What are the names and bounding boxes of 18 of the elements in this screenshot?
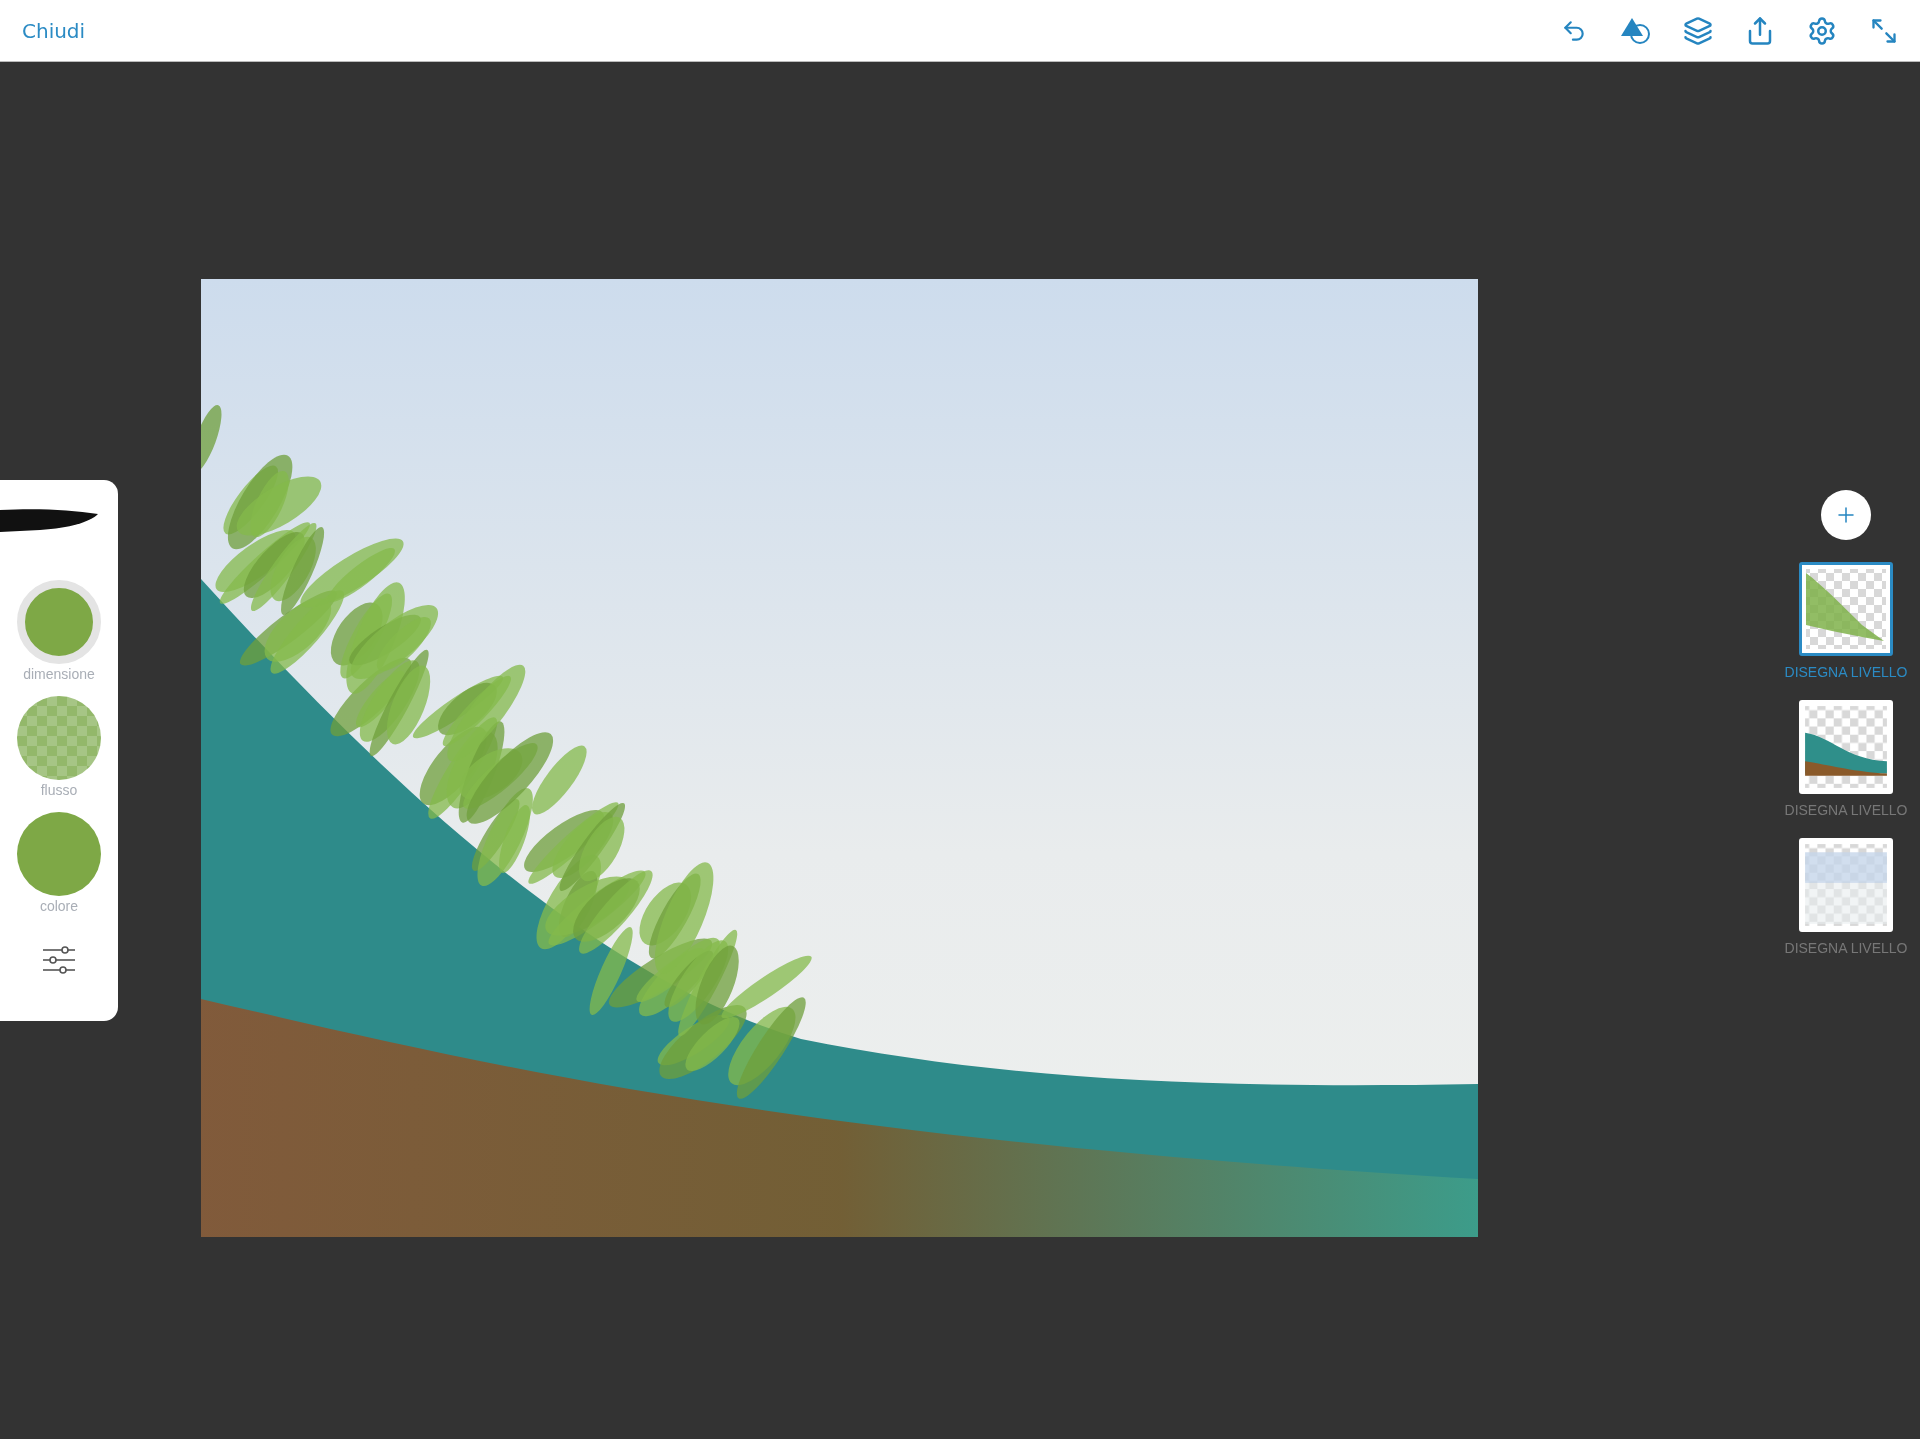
control-label: dimensione: [23, 666, 95, 682]
add-layer-button[interactable]: [1821, 490, 1871, 540]
layer-name: DISEGNA LIVELLO: [1784, 802, 1908, 818]
layer-item[interactable]: DISEGNA LIVELLO: [1784, 562, 1908, 680]
control-label: flusso: [40, 782, 78, 798]
brush-control[interactable]: dimensione: [17, 580, 101, 682]
layers-icon: [1683, 15, 1713, 46]
expand-icon: [1870, 16, 1898, 45]
layer-name: DISEGNA LIVELLO: [1784, 664, 1908, 680]
brush-control[interactable]: flusso: [17, 696, 101, 798]
sliders-icon[interactable]: [42, 946, 76, 974]
settings-icon: [1807, 15, 1837, 46]
close-link[interactable]: Chiudi: [22, 18, 86, 43]
brush-control[interactable]: colore: [17, 812, 101, 914]
layer-name: DISEGNA LIVELLO: [1784, 940, 1908, 956]
control-label: colore: [39, 898, 79, 914]
layer-item[interactable]: DISEGNA LIVELLO: [1784, 700, 1908, 818]
layer-item[interactable]: DISEGNA LIVELLO: [1784, 838, 1908, 956]
